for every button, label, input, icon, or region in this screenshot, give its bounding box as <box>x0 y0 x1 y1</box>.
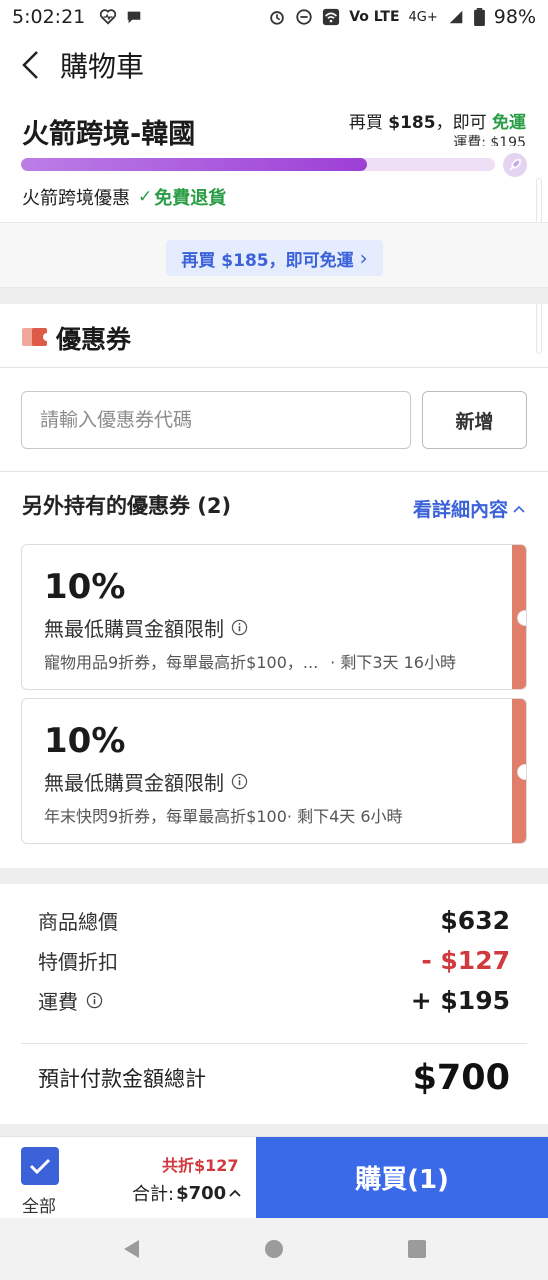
chat-bubble-icon <box>127 11 141 24</box>
coupon-desc-text: 寵物用品9折券，每單最高折$100，... <box>44 653 319 672</box>
back-button[interactable] <box>0 34 60 96</box>
section-divider <box>0 1124 548 1136</box>
total-summary-toggle[interactable]: 合計: $700 <box>132 1180 242 1206</box>
coupon-condition-text: 無最低購買金額限制 <box>44 617 224 641</box>
check-icon: ✓ <box>138 187 153 207</box>
chevron-up-icon <box>513 505 525 513</box>
buy-button[interactable]: 購買(1) <box>256 1137 548 1218</box>
heart-monitor-icon <box>100 9 117 25</box>
free-shipping-progress <box>21 158 495 171</box>
wifi-icon <box>323 8 340 26</box>
chevron-right-icon: › <box>359 246 368 270</box>
subtotal-label: 商品總價 <box>38 910 118 934</box>
ship-hint-amount: $185 <box>388 113 436 133</box>
info-icon[interactable] <box>231 619 248 636</box>
app-bar: 購物車 <box>0 34 548 96</box>
perk-label: 火箭跨境優惠 <box>22 188 130 209</box>
checkmark-icon <box>29 1158 51 1175</box>
coupon-condition-text: 無最低購買金額限制 <box>44 771 224 795</box>
subtotal-value: $632 <box>440 906 510 935</box>
coupon-desc-text: 年末快閃9折券，每單最高折$100 <box>44 807 287 826</box>
select-all-checkbox[interactable] <box>21 1147 59 1185</box>
volte-indicator: Vo LTE <box>349 9 400 25</box>
chip-label: 再買 $185，即可免運 <box>181 250 354 271</box>
triangle-back-icon <box>124 1240 140 1258</box>
subtotal-row: 商品總價 $632 <box>38 906 510 935</box>
info-icon[interactable] <box>231 773 248 790</box>
signal-icon <box>449 10 463 24</box>
divider <box>21 1043 527 1044</box>
ship-hint-free: 免運 <box>492 113 526 133</box>
view-details-link[interactable]: 看詳細內容 <box>413 495 526 522</box>
store-section: 火箭跨境-韓國 再買 $185，即可 免運 運費: $195 火箭跨境優惠 ✓ … <box>0 100 548 220</box>
discount-row: 特價折扣 - $127 <box>38 946 510 975</box>
nav-home-button[interactable] <box>254 1229 294 1269</box>
section-divider <box>0 868 548 884</box>
shipping-label-group: 運費 <box>38 986 103 1015</box>
system-nav-bar <box>0 1218 548 1280</box>
section-divider <box>0 288 548 304</box>
coupon-percent: 10% <box>44 567 126 607</box>
coupon-header: 優惠券 <box>0 304 548 368</box>
coupon-ticket-icon <box>22 328 47 346</box>
other-coupons-title: 另外持有的優惠券 (2) <box>22 494 232 518</box>
battery-percent: 98% <box>493 6 536 28</box>
progress-fill <box>21 158 368 171</box>
shipping-value: + $195 <box>410 986 510 1015</box>
sum-value: $700 <box>176 1182 227 1204</box>
status-time: 5:02:21 <box>12 6 86 28</box>
coupon-description: 年末快閃9折券，每單最高折$100 · 剩下4天 6小時 <box>44 803 403 827</box>
store-name: 火箭跨境-韓國 <box>22 119 196 150</box>
coupon-percent: 10% <box>44 721 126 761</box>
select-all-label: 全部 <box>22 1197 56 1217</box>
rocket-badge-icon <box>503 153 527 177</box>
coupon-notch <box>517 764 526 780</box>
rocket-icon <box>509 159 521 171</box>
square-recents-icon <box>407 1240 426 1258</box>
estimated-total-label: 預計付款金額總計 <box>38 1067 206 1091</box>
ship-hint-prefix: 再買 <box>348 113 389 133</box>
add-more-free-shipping-button[interactable]: 再買 $185，即可免運 › <box>166 240 383 276</box>
coupon-notch <box>517 610 526 626</box>
total-discount: 共折$127 <box>162 1156 239 1175</box>
network-type: 4G+ <box>408 9 438 25</box>
sum-prefix: 合計: <box>132 1184 175 1205</box>
estimated-total-value: $700 <box>412 1058 510 1098</box>
coupon-description: 寵物用品9折券，每單最高折$100，... · 剩下3天 16小時 <box>44 649 456 673</box>
coupon-card[interactable]: 10% 無最低購買金額限制 年末快閃9折券，每單最高折$100 · 剩下4天 6… <box>21 698 527 844</box>
nav-back-button[interactable] <box>111 1229 151 1269</box>
divider <box>0 471 548 472</box>
chevron-left-icon <box>22 51 38 79</box>
do-not-disturb-icon <box>296 9 312 25</box>
discount-value: - $127 <box>421 946 510 975</box>
discount-label: 特價折扣 <box>38 950 118 974</box>
free-shipping-band: 再買 $185，即可免運 › <box>0 222 548 288</box>
coupon-condition: 無最低購買金額限制 <box>44 613 248 642</box>
coupon-card[interactable]: 10% 無最低購買金額限制 寵物用品9折券，每單最高折$100，... · 剩下… <box>21 544 527 690</box>
ship-hint-middle: ，即可 <box>435 113 492 133</box>
coupon-section-title: 優惠券 <box>56 325 132 354</box>
checkout-bar: 全部 共折$127 合計: $700 購買(1) <box>0 1136 548 1218</box>
battery-icon <box>473 8 485 26</box>
add-coupon-button[interactable]: 新增 <box>422 391 527 449</box>
chevron-up-icon <box>229 1189 241 1197</box>
free-shipping-hint: 再買 $185，即可 免運 <box>349 108 526 133</box>
estimated-total-row: 預計付款金額總計 $700 <box>38 1058 510 1098</box>
nav-recents-button[interactable] <box>397 1229 437 1269</box>
shipping-fee: 運費: $195 <box>453 135 526 146</box>
store-perks: 火箭跨境優惠 ✓ 免費退貨 <box>22 184 226 210</box>
status-bar: 5:02:21 Vo LTE 4G+ 98% <box>0 0 548 34</box>
free-return-label: 免費退貨 <box>154 188 227 209</box>
info-icon[interactable] <box>86 992 103 1009</box>
shipping-label: 運費 <box>38 990 78 1014</box>
shipping-row: 運費 + $195 <box>38 986 510 1015</box>
coupon-code-input[interactable] <box>21 391 411 449</box>
alarm-icon <box>270 11 284 25</box>
coupon-remaining-time: · 剩下3天 16小時 <box>330 653 456 672</box>
coupon-condition: 無最低購買金額限制 <box>44 767 248 796</box>
circle-home-icon <box>264 1240 283 1258</box>
details-label: 看詳細內容 <box>412 499 508 521</box>
page-title: 購物車 <box>60 50 145 83</box>
coupon-remaining-time: · 剩下4天 6小時 <box>286 807 403 826</box>
